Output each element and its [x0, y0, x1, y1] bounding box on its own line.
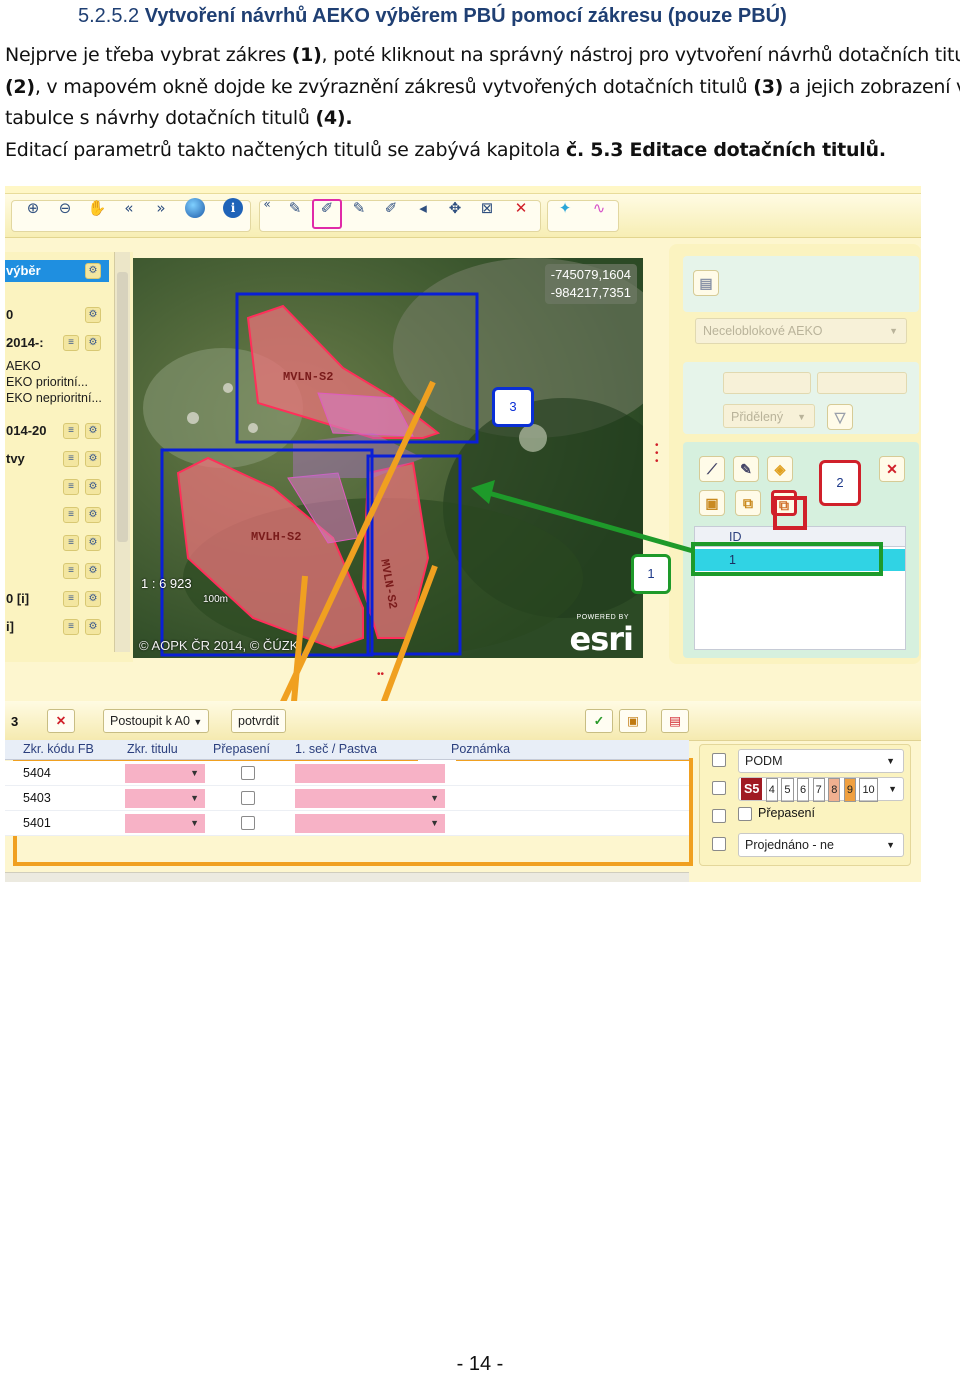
table-row[interactable]: 5404 ▼ — [5, 761, 689, 786]
mowing-cell[interactable] — [295, 764, 445, 783]
column-header[interactable]: Zkr. kódu FB — [23, 742, 94, 756]
dropdown-caret-icon: ▼ — [190, 768, 199, 778]
period-month[interactable]: 7 — [812, 778, 825, 802]
fb-code-cell: 5403 — [23, 791, 51, 805]
accept-icon[interactable]: ✓ — [585, 709, 613, 733]
application-screenshot: ⊕ ⊖ ✋ « » o i « ✎ ✐ ✎ ✐ ◂ ✥ ⊠ ✕ ✦ ∿ výbě… — [5, 186, 921, 882]
save-close-icon[interactable]: ▤ — [661, 709, 689, 733]
callout-1-arrow — [484, 489, 694, 554]
period-month[interactable]: 8 — [828, 778, 841, 802]
panel-splitter-handle[interactable]: •• — [377, 670, 403, 680]
save-icon[interactable]: ▣ — [619, 709, 647, 733]
overgrazing-checkbox[interactable] — [738, 807, 752, 821]
table-row[interactable]: 5403 ▼ ▼ — [5, 786, 689, 811]
section-number: 5.2.5.2 — [78, 5, 140, 27]
section-heading: 5.2.5.2 Vytvoření návrhů AEKO výběrem PB… — [78, 5, 787, 28]
cancel-icon[interactable]: ✕ — [47, 709, 75, 733]
paragraph-line-1: Nejprve je třeba vybrat zákres (1), poté… — [5, 44, 960, 66]
dropdown-caret-icon: ▼ — [190, 793, 199, 803]
callout-1-highlight — [691, 542, 883, 576]
mowing-cell[interactable]: ▼ — [295, 814, 445, 833]
titles-table-header: Zkr. kódu FB Zkr. titulu Přepasení 1. se… — [5, 740, 689, 760]
fb-code-cell: 5404 — [23, 766, 51, 780]
title-cell[interactable]: ▼ — [125, 764, 205, 783]
table-row[interactable]: 5401 ▼ ▼ — [5, 811, 689, 836]
page-number: - 14 - — [456, 1353, 504, 1375]
title-cell[interactable]: ▼ — [125, 789, 205, 808]
negotiated-dropdown[interactable]: Projednáno - ne ▼ — [738, 833, 904, 857]
bulk-edit-form: PODM ▼ S5 4 5 6 7 8 9 10 ▼ Přepasení Proj… — [699, 744, 911, 866]
fb-code-cell: 5401 — [23, 816, 51, 830]
paragraph-2: Editací parametrů takto načtených titulů… — [5, 138, 886, 161]
callout-2-badge: 2 — [819, 460, 861, 506]
dropdown-caret-icon: ▼ — [888, 784, 897, 794]
podm-dropdown[interactable]: PODM ▼ — [738, 749, 904, 773]
column-header[interactable]: 1. seč / Pastva — [295, 742, 377, 756]
apply-negotiated-checkbox[interactable] — [712, 837, 726, 851]
overgrazing-label: Přepasení — [758, 806, 815, 820]
table-horizontal-scrollbar[interactable] — [5, 872, 689, 882]
panel-splitter-handle[interactable]: • • • — [655, 441, 661, 468]
title-cell[interactable]: ▼ — [125, 814, 205, 833]
period-month[interactable]: 6 — [797, 778, 810, 802]
period-month[interactable]: 4 — [765, 778, 778, 802]
period-month[interactable]: 10 — [859, 778, 878, 802]
dropdown-caret-icon: ▼ — [430, 818, 439, 828]
dropdown-caret-icon: ▼ — [430, 793, 439, 803]
paragraph-line-2: (2), v mapovém okně dojde ke zvýraznění … — [5, 75, 960, 98]
column-header[interactable]: Zkr. titulu — [127, 742, 178, 756]
period-month[interactable]: 9 — [843, 778, 856, 802]
callout-3-arrow-a — [264, 380, 436, 738]
overgrazing-checkbox[interactable] — [241, 766, 255, 780]
confirm-button[interactable]: potvrdit — [231, 709, 286, 733]
advance-a0-button[interactable]: Postoupit k A0 ▼ — [103, 709, 210, 733]
callout-1-arrowhead — [471, 480, 495, 504]
overgrazing-checkbox[interactable] — [241, 816, 255, 830]
period-month[interactable]: 5 — [781, 778, 794, 802]
callout-2-highlight — [773, 496, 807, 530]
column-header[interactable]: Přepasení — [213, 742, 270, 756]
dropdown-caret-icon: ▼ — [190, 818, 199, 828]
mowing-cell[interactable]: ▼ — [295, 789, 445, 808]
section-title: Vytvoření návrhů AEKO výběrem PBÚ pomocí… — [144, 5, 787, 27]
mowing-period-selector[interactable]: S5 4 5 6 7 8 9 10 ▼ — [738, 777, 904, 802]
overgrazing-checkbox[interactable] — [241, 791, 255, 805]
paragraph-line-3: tabulce s návrhy dotačních titulů (4). — [5, 107, 353, 129]
apply-podm-checkbox[interactable] — [712, 753, 726, 767]
column-header[interactable]: Poznámka — [451, 742, 510, 756]
titles-count: 3 — [11, 714, 19, 729]
apply-mowing-checkbox[interactable] — [712, 781, 726, 795]
callout-3-badge: 3 — [492, 387, 534, 427]
apply-overgrazing-checkbox[interactable] — [712, 809, 726, 823]
period-start[interactable]: S5 — [741, 778, 763, 800]
callout-1-badge: 1 — [631, 554, 671, 594]
